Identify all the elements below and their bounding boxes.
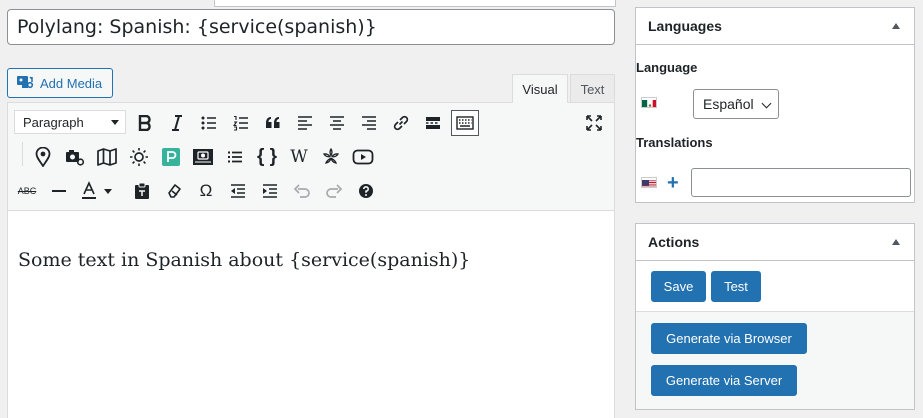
map-icon[interactable]	[94, 144, 120, 170]
plugin-p-icon[interactable]	[158, 144, 184, 170]
list-icon[interactable]	[222, 144, 248, 170]
dropdown-edge	[214, 0, 616, 7]
italic-icon[interactable]	[164, 110, 190, 136]
editor-content[interactable]: Some text in Spanish about {service(span…	[18, 249, 470, 271]
align-center-icon[interactable]	[324, 110, 350, 136]
post-title-input[interactable]: Polylang: Spanish: {service(spanish)}	[7, 9, 615, 45]
translations-label: Translations	[636, 135, 713, 150]
caret-down-icon	[111, 120, 119, 125]
wikipedia-icon[interactable]: W	[286, 144, 312, 170]
text-color-icon[interactable]	[78, 178, 118, 204]
add-media-label: Add Media	[40, 75, 103, 91]
toolbar-toggle-icon[interactable]	[451, 110, 479, 136]
actions-panel: Actions Save Test Generate via Browser G…	[635, 223, 915, 410]
actions-panel-header[interactable]: Actions	[636, 224, 914, 261]
map-pin-icon[interactable]	[30, 144, 56, 170]
translation-input[interactable]	[691, 168, 911, 197]
toolbar-separator	[22, 142, 23, 166]
clear-formatting-icon[interactable]	[161, 178, 187, 204]
redo-icon[interactable]	[321, 178, 347, 204]
tab-visual[interactable]: Visual	[512, 74, 568, 103]
fullscreen-icon[interactable]	[581, 110, 607, 136]
tab-text[interactable]: Text	[570, 74, 615, 103]
language-label: Language	[636, 60, 698, 75]
yelp-icon[interactable]	[318, 144, 344, 170]
test-button[interactable]: Test	[711, 271, 761, 302]
actions-panel-title: Actions	[648, 234, 700, 250]
outdent-icon[interactable]	[225, 178, 251, 204]
us-flag-icon	[641, 177, 657, 188]
editor: Paragraph {} W ABC Ω Some text in Spani…	[7, 102, 615, 418]
bold-icon[interactable]	[132, 110, 158, 136]
align-left-icon[interactable]	[292, 110, 318, 136]
undo-icon[interactable]	[289, 178, 315, 204]
align-right-icon[interactable]	[356, 110, 382, 136]
mexico-flag-icon	[641, 97, 657, 108]
read-more-icon[interactable]	[420, 110, 446, 136]
languages-panel-header[interactable]: Languages	[636, 8, 914, 45]
save-button[interactable]: Save	[651, 271, 706, 302]
indent-icon[interactable]	[257, 178, 283, 204]
curly-braces-icon[interactable]: { }	[254, 144, 280, 170]
generate-via-server-button[interactable]: Generate via Server	[651, 365, 797, 396]
sun-icon[interactable]	[126, 144, 152, 170]
special-character-icon[interactable]: Ω	[193, 178, 219, 204]
languages-panel-title: Languages	[648, 18, 722, 34]
blockquote-icon[interactable]	[260, 110, 286, 136]
languages-panel: Languages Language Español Translations …	[635, 7, 915, 203]
add-media-button[interactable]: Add Media	[7, 68, 113, 98]
collapse-arrow-icon[interactable]	[892, 239, 900, 245]
camera-icon[interactable]	[62, 144, 88, 170]
format-select-value: Paragraph	[23, 114, 84, 130]
help-icon[interactable]	[353, 178, 379, 204]
chevron-down-icon	[761, 98, 772, 109]
editor-toolbar: Paragraph {} W ABC Ω	[8, 103, 614, 211]
generate-via-browser-button[interactable]: Generate via Browser	[651, 323, 807, 354]
language-select-value: Español	[703, 96, 754, 112]
link-icon[interactable]	[388, 110, 414, 136]
bullet-list-icon[interactable]	[196, 110, 222, 136]
horizontal-line-icon[interactable]	[46, 178, 72, 204]
photo-box-icon[interactable]	[190, 144, 216, 170]
add-media-icon	[16, 74, 34, 93]
youtube-icon[interactable]	[350, 144, 376, 170]
strikethrough-icon[interactable]: ABC	[14, 178, 40, 204]
language-select[interactable]: Español	[693, 89, 779, 119]
numbered-list-icon[interactable]	[228, 110, 254, 136]
paste-text-icon[interactable]	[129, 178, 155, 204]
collapse-arrow-icon[interactable]	[892, 23, 900, 29]
format-select[interactable]: Paragraph	[14, 110, 126, 134]
add-translation-icon[interactable]: +	[667, 173, 679, 193]
